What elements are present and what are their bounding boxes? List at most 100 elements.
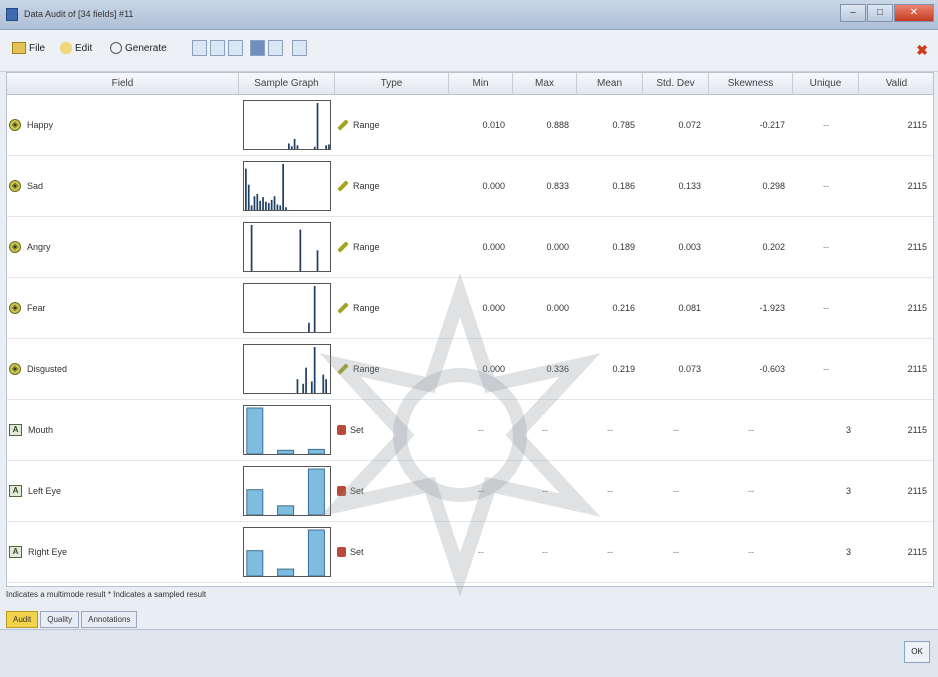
valid-cell: 2115 (907, 120, 927, 130)
table-row[interactable]: A Left Eye Set -- -- -- -- -- 3 2115 (7, 461, 933, 522)
mean-cell: -- (607, 547, 613, 557)
graph-bar (316, 103, 319, 149)
field-name-cell[interactable]: A Mouth (7, 400, 239, 460)
graph-bar (250, 205, 253, 210)
table-view-icon[interactable] (192, 40, 207, 56)
valid-cell: 2115 (907, 303, 927, 313)
mean-cell: 0.216 (612, 303, 635, 313)
mean-cell: 0.219 (612, 364, 635, 374)
range-field-icon: ◈ (9, 180, 21, 192)
type-cell: Range (335, 339, 449, 399)
field-name-cell[interactable]: ◈ Sad (7, 156, 239, 216)
table-row[interactable]: ◈ Happy Range 0.010 0.888 0.785 0.072 -0.217 -- 2… (7, 95, 933, 156)
max-cell: -- (542, 547, 548, 557)
column-header[interactable]: Skewness (709, 73, 793, 95)
type-label: Range (353, 242, 380, 252)
table-row[interactable]: A Right Eye Set -- -- -- -- -- 3 2115 (7, 522, 933, 583)
graph-bar (322, 374, 325, 393)
field-label: Mouth (28, 425, 54, 435)
type-cell: Range (335, 278, 449, 338)
sample-graph[interactable] (243, 100, 331, 150)
column-header[interactable]: Field (7, 73, 239, 95)
graph-bar (245, 168, 247, 210)
min-cell: -- (478, 547, 484, 557)
graph-bar (313, 146, 316, 149)
field-name-cell[interactable]: ◈ Fear (7, 278, 239, 338)
filter-icon[interactable] (228, 40, 243, 56)
column-header[interactable]: Sample Graph (239, 73, 335, 95)
table-row[interactable]: ◈ Disgusted Range 0.000 0.336 0.219 0.073 -0.60… (7, 339, 933, 400)
graph-bar (273, 196, 276, 210)
column-header[interactable]: Max (513, 73, 577, 95)
max-cell: -- (542, 486, 548, 496)
ok-button[interactable]: OK (904, 641, 930, 663)
sample-graph[interactable] (243, 527, 331, 577)
graph-bar (246, 550, 264, 576)
std-dev-cell: 0.133 (678, 181, 701, 191)
close-button[interactable]: ✕ (894, 4, 934, 22)
sample-graph[interactable] (243, 283, 331, 333)
range-pencil-icon (337, 241, 349, 253)
field-name-cell[interactable]: ◈ Disgusted (7, 339, 239, 399)
column-header[interactable]: Min (449, 73, 513, 95)
tab-audit[interactable]: Audit (6, 611, 39, 628)
graph-bar (310, 381, 313, 393)
set-type-icon (337, 425, 346, 435)
table-row[interactable]: A Mouth Set -- -- -- -- -- 3 2115 (7, 400, 933, 461)
std-dev-cell: -- (673, 486, 679, 496)
file-icon (12, 42, 26, 54)
list-view-icon[interactable] (268, 40, 283, 56)
column-header[interactable]: Mean (577, 73, 643, 95)
graph-bar (250, 225, 253, 271)
menu-file-label: File (29, 42, 46, 54)
std-dev-cell: -- (673, 425, 679, 435)
settings-icon[interactable] (292, 40, 307, 56)
menu-generate[interactable]: Generate (110, 42, 167, 54)
sample-graph[interactable] (243, 222, 331, 272)
maximize-button[interactable]: □ (867, 4, 893, 22)
sample-graph[interactable] (243, 344, 331, 394)
type-label: Range (353, 181, 380, 191)
grid-view-icon[interactable] (250, 40, 265, 56)
max-cell: 0.833 (546, 181, 569, 191)
field-name-cell[interactable]: A Right Eye (7, 522, 239, 582)
graph-bar (256, 193, 259, 210)
type-cell: Set (335, 400, 449, 460)
field-label: Sad (27, 181, 44, 191)
column-header[interactable]: Type (335, 73, 449, 95)
tab-annotations[interactable]: Annotations (81, 611, 138, 628)
column-header[interactable]: Valid (859, 73, 933, 95)
max-cell: 0.000 (546, 242, 569, 252)
graph-bar (270, 199, 273, 210)
sample-graph[interactable] (243, 466, 331, 516)
column-header[interactable]: Unique (793, 73, 859, 95)
range-pencil-icon (337, 119, 349, 131)
graph-bar (307, 448, 325, 454)
skewness-cell: -- (748, 425, 754, 435)
table-row[interactable]: ◈ Sad Range 0.000 0.833 0.186 0.133 0.298 -- 2115 (7, 156, 933, 217)
graph-bar (277, 449, 295, 454)
bottom-panel (0, 629, 938, 677)
menu-edit[interactable]: Edit (60, 42, 92, 54)
table-row[interactable]: ◈ Angry Range 0.000 0.000 0.189 0.003 0.202 -- 21… (7, 217, 933, 278)
close-output-icon[interactable]: ✖ (916, 42, 928, 59)
sample-graph[interactable] (243, 405, 331, 455)
std-dev-cell: 0.073 (678, 364, 701, 374)
table-row[interactable]: ◈ Fear Range 0.000 0.000 0.216 0.081 -1.923 -- 21… (7, 278, 933, 339)
column-header[interactable]: Std. Dev (643, 73, 709, 95)
menu-file[interactable]: File (12, 42, 45, 54)
range-field-icon: ◈ (9, 119, 21, 131)
tab-quality[interactable]: Quality (40, 611, 80, 628)
field-name-cell[interactable]: A Left Eye (7, 461, 239, 521)
skewness-cell: 0.202 (762, 242, 785, 252)
min-cell: 0.000 (482, 303, 505, 313)
graph-bar (296, 379, 299, 393)
copy-icon[interactable] (210, 40, 225, 56)
type-label: Set (350, 425, 364, 435)
graph-bar (253, 196, 256, 210)
field-name-cell[interactable]: ◈ Angry (7, 217, 239, 277)
minimize-button[interactable]: – (840, 4, 866, 22)
sample-graph[interactable] (243, 161, 331, 211)
field-name-cell[interactable]: ◈ Happy (7, 95, 239, 155)
valid-cell: 2115 (907, 242, 927, 252)
